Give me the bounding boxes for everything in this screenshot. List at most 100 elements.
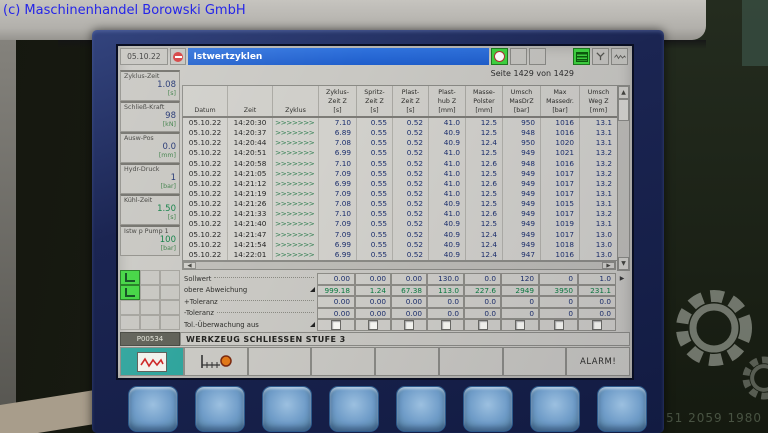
tolerance-value-cell[interactable]: 0.00 [391, 308, 427, 320]
tolerance-value-cell[interactable]: 1.0 [578, 273, 616, 285]
data-cell: 1016 [540, 250, 579, 260]
tolerance-value-cell[interactable]: 0.00 [391, 273, 427, 285]
tolerance-value-cell[interactable]: 0 [501, 308, 539, 320]
h-scrollbar-track[interactable] [196, 262, 602, 269]
tolerance-value-cell[interactable]: 0.00 [317, 296, 355, 308]
tolerance-checkbox[interactable] [592, 320, 602, 330]
data-cell: 12.6 [465, 159, 502, 169]
softkey-4[interactable] [311, 347, 375, 376]
scroll-left-icon[interactable]: ◀ [183, 262, 196, 269]
tolerance-value-cell[interactable]: 0.00 [317, 308, 355, 320]
scroll-down-icon[interactable]: ▼ [618, 257, 629, 270]
softkey-alarm[interactable]: ALARM! [566, 347, 630, 376]
tolerance-value-cell[interactable]: 0 [501, 296, 539, 308]
cycle-cell: >>>>>>> [272, 230, 318, 240]
table-active-button[interactable] [573, 48, 590, 65]
data-cell: 05.10.22 [183, 199, 227, 209]
data-cell: 12.5 [465, 189, 502, 199]
tolerance-checkbox[interactable] [368, 320, 378, 330]
tolerance-value-cell[interactable]: 130.0 [427, 273, 464, 285]
data-cell: 1015 [540, 199, 579, 209]
tolerance-panel: Sollwert0.000.000.00130.00.012001.0▶ober… [182, 273, 630, 331]
column-header: UmschWeg Z[mm] [579, 86, 617, 116]
data-cell: 0.52 [392, 159, 428, 169]
tolerance-checkbox[interactable] [515, 320, 525, 330]
tolerance-value-cell[interactable]: 0.0 [427, 296, 464, 308]
scroll-right-icon[interactable]: ▶ [602, 262, 615, 269]
hardware-key[interactable] [195, 386, 245, 432]
data-cell: 7.09 [318, 169, 356, 179]
data-cell: 12.5 [465, 118, 502, 128]
tolerance-checkbox[interactable] [331, 320, 341, 330]
sidebar-field-unit: [bar] [124, 183, 176, 190]
softkey-7[interactable] [503, 347, 567, 376]
sidebar-green-button[interactable] [120, 270, 140, 285]
sidebar-grid-cell [160, 285, 180, 300]
hardware-key[interactable] [262, 386, 312, 432]
softkey-5[interactable] [375, 347, 439, 376]
softkey-clamp[interactable] [184, 347, 248, 376]
hardware-key[interactable] [463, 386, 513, 432]
funnel-button[interactable] [592, 48, 609, 65]
tolerance-value-cell: 67.38 [391, 285, 427, 297]
tolerance-row-label: -Toleranz [182, 308, 317, 320]
tolerance-row: Tol.-Überwachung aus [182, 319, 630, 330]
hardware-key[interactable] [396, 386, 446, 432]
hardware-key-row [128, 386, 647, 432]
softkey-curves[interactable] [120, 347, 184, 376]
tolerance-checkbox[interactable] [404, 320, 414, 330]
data-cell: 13.1 [579, 199, 617, 209]
tolerance-checkbox[interactable] [554, 320, 564, 330]
tolerance-label-text: -Toleranz [184, 309, 214, 317]
cycle-cell: >>>>>>> [272, 189, 318, 199]
status-message: WERKZEUG SCHLIESSEN STUFE 3 [180, 332, 630, 346]
softkey-6[interactable] [439, 347, 503, 376]
vertical-scrollbar[interactable]: ▲ ▼ [617, 85, 630, 271]
tolerance-value-cell[interactable]: 0.0 [578, 308, 616, 320]
toolbar-button-2[interactable] [529, 48, 546, 65]
lock-button[interactable] [170, 48, 187, 65]
tolerance-value-cell[interactable]: 0.0 [427, 308, 464, 320]
tolerance-value-cell[interactable]: 0.0 [464, 296, 501, 308]
tolerance-value-cell[interactable]: 0.00 [355, 296, 391, 308]
sidebar-field-unit: [kN] [124, 121, 176, 128]
softkey-3[interactable] [248, 347, 312, 376]
tolerance-row-label: Tol.-Überwachung aus [182, 319, 317, 331]
tolerance-value-cell[interactable]: 0.0 [578, 296, 616, 308]
data-cell: 1021 [540, 148, 579, 158]
hardware-key[interactable] [530, 386, 580, 432]
tolerance-value-cell[interactable]: 0.00 [391, 296, 427, 308]
tolerance-value-cell[interactable]: 120 [501, 273, 539, 285]
scrollbar-thumb[interactable] [618, 99, 629, 121]
tolerance-value-cell[interactable]: 0 [539, 273, 578, 285]
tolerance-value-cell[interactable]: 0.0 [464, 308, 501, 320]
tolerance-value-cell[interactable]: 0.00 [317, 273, 355, 285]
hardware-key[interactable] [329, 386, 379, 432]
horizontal-scrollbar[interactable]: ◀ ▶ [182, 261, 616, 270]
tolerance-value-cell[interactable]: 0 [539, 296, 578, 308]
tolerance-value-cell[interactable]: 0.00 [355, 273, 391, 285]
tolerance-value-cell[interactable]: 0 [539, 308, 578, 320]
row-scroll-right-icon[interactable]: ▶ [616, 273, 628, 285]
tolerance-checkbox[interactable] [478, 320, 488, 330]
sidebar-green-button[interactable] [120, 285, 140, 300]
scroll-up-icon[interactable]: ▲ [618, 86, 629, 99]
sidebar-field-value: 1.08 [124, 80, 176, 90]
data-cell: 0.55 [356, 159, 392, 169]
toolbar-button-1[interactable] [510, 48, 527, 65]
record-button[interactable] [491, 48, 508, 65]
data-cell: 05.10.22 [183, 169, 227, 179]
data-cell: 1017 [540, 179, 579, 189]
data-cell: 12.5 [465, 199, 502, 209]
data-cell: 950 [502, 118, 540, 128]
hardware-key[interactable] [128, 386, 178, 432]
tolerance-value-cell[interactable]: 0.0 [464, 273, 501, 285]
tolerance-checkbox-cell [501, 319, 539, 331]
tolerance-value-cell[interactable]: 0.00 [355, 308, 391, 320]
tolerance-checkbox[interactable] [441, 320, 451, 330]
scrollbar-track[interactable] [618, 121, 629, 257]
hardware-key[interactable] [597, 386, 647, 432]
curve-view-button[interactable] [611, 48, 628, 65]
data-cell: 949 [502, 209, 540, 219]
gear-logo-small-icon [738, 352, 768, 404]
